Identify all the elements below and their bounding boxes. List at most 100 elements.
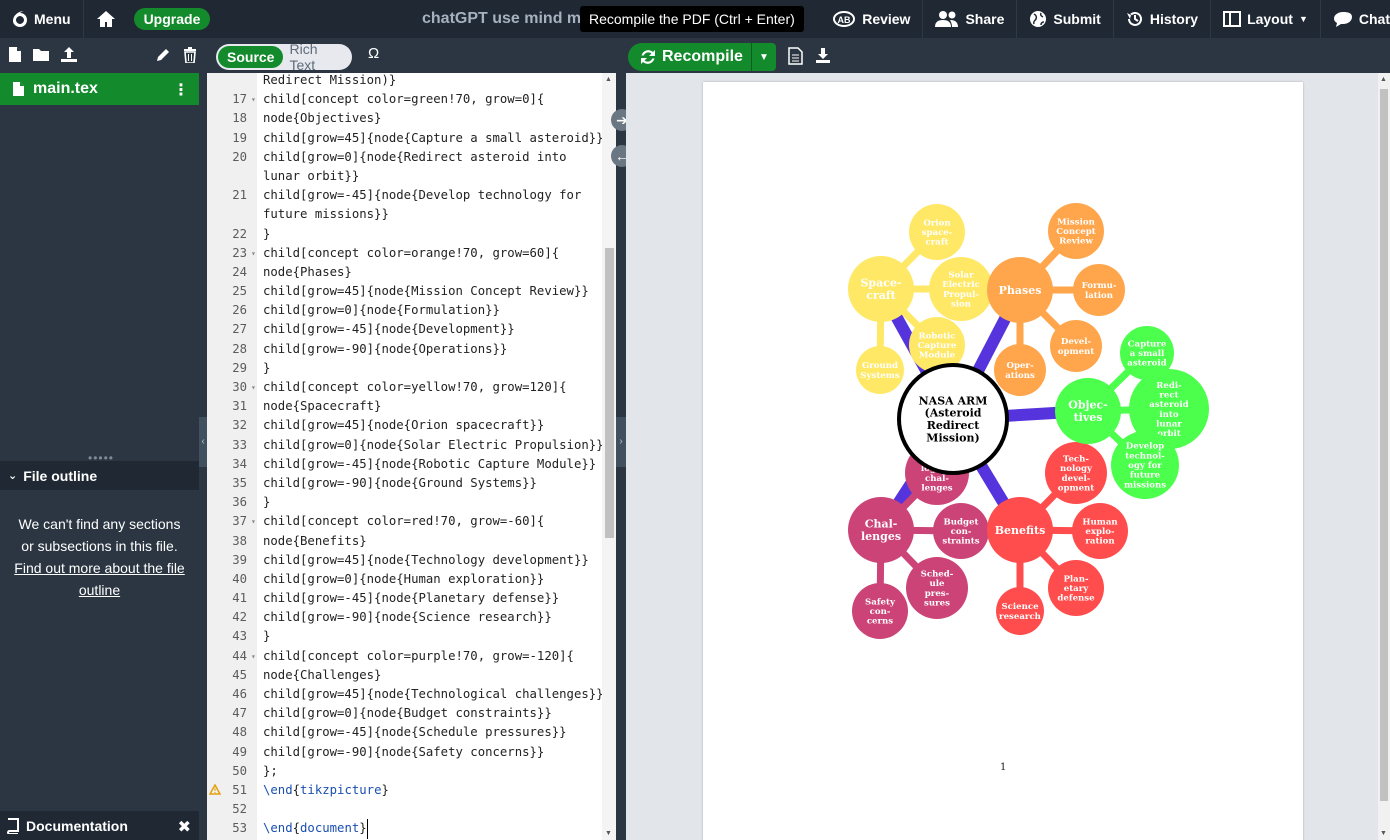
mindmap-child-label: Capture a small asteroid (1127, 339, 1167, 368)
code-line[interactable]: 40 child[grow=0]{node{Human exploration}} (207, 570, 602, 589)
collapse-left-chevron-icon[interactable]: ‹ (199, 417, 207, 467)
line-number: 49 (232, 744, 247, 759)
code-line[interactable]: 41 child[grow=-45]{node{Planetary defense… (207, 589, 602, 608)
collapse-right-chevron-icon[interactable]: › (616, 417, 626, 467)
code-line[interactable]: 18 node{Objectives} (207, 109, 602, 128)
code-line[interactable]: 39 child[grow=45]{node{Technology develop… (207, 551, 602, 570)
symbol-palette-icon[interactable]: Ω (368, 45, 379, 62)
pdf-viewer[interactable]: Capture a small asteroid Redi-rect asteroid i… (626, 73, 1378, 840)
review-button[interactable]: AB Review (820, 0, 922, 38)
upgrade-button[interactable]: Upgrade (133, 8, 211, 30)
fold-chevron-icon[interactable]: ▾ (249, 647, 263, 666)
code-line[interactable]: 32 child[grow=45]{node{Orion spacecraft}} (207, 416, 602, 435)
code-line[interactable]: 38 node{Benefits} (207, 532, 602, 551)
new-folder-icon[interactable] (32, 47, 50, 62)
code-line[interactable]: 52 (207, 800, 602, 819)
file-outline-help-link[interactable]: Find out more about the file outline (12, 557, 187, 601)
code-line[interactable]: 34 child[grow=-45]{node{Robotic Capture M… (207, 455, 602, 474)
line-number: 51 (207, 781, 249, 800)
line-number: 26 (232, 303, 247, 318)
scroll-down-icon[interactable]: ▼ (605, 830, 612, 837)
submit-button[interactable]: Submit (1017, 0, 1112, 38)
download-icon[interactable] (815, 47, 831, 64)
fold-chevron-icon[interactable]: ▾ (249, 244, 263, 263)
code-line[interactable]: 53 \end{document} (207, 819, 602, 839)
fold-chevron-icon[interactable]: ▾ (249, 90, 263, 109)
code-line[interactable]: lunar orbit}} (207, 167, 602, 186)
fold-chevron-icon[interactable]: ▾ (249, 512, 263, 531)
code-line[interactable]: 20 child[grow=0]{node{Redirect asteroid i… (207, 148, 602, 167)
code-line[interactable]: 17 ▾ child[concept color=green!70, grow=0]… (207, 90, 602, 109)
code-line[interactable]: Redirect Mission)} (207, 73, 602, 90)
code-line[interactable]: 47 child[grow=0]{node{Budget constraints}… (207, 704, 602, 723)
code-line[interactable]: 45 node{Challenges} (207, 666, 602, 685)
file-outline-header[interactable]: ⌄ File outline (0, 461, 199, 490)
rich-text-mode-button[interactable]: Rich Text (283, 38, 350, 76)
code-line[interactable]: 24 node{Phases} (207, 263, 602, 282)
code-line[interactable]: 33 child[grow=0]{node{Solar Electric Prop… (207, 436, 602, 455)
editor-scrollbar[interactable]: ▲ ▼ (602, 73, 616, 840)
code-line[interactable]: 48 child[grow=-45]{node{Schedule pressure… (207, 723, 602, 742)
menu-button[interactable]: Menu (0, 0, 83, 38)
code-line[interactable]: 21 child[grow=-45]{node{Develop technolog… (207, 186, 602, 205)
code-line[interactable]: 25 child[grow=45]{node{Mission Concept Re… (207, 282, 602, 301)
code-line[interactable]: 46 child[grow=45]{node{Technological chal… (207, 685, 602, 704)
pdf-scrollbar[interactable]: ▲ ▼ (1378, 73, 1390, 840)
code-content[interactable]: Redirect Mission)} 17 ▾ child[concept color… (207, 73, 602, 839)
code-line[interactable]: 29} (207, 359, 602, 378)
code-line[interactable]: 22} (207, 225, 602, 244)
upload-icon[interactable] (60, 46, 78, 63)
code-line[interactable]: 23 ▾ child[concept color=orange!70, grow=6… (207, 244, 602, 263)
recompile-options-chevron-icon[interactable]: ▼ (752, 52, 776, 63)
file-menu-icon[interactable]: ⋮ (173, 80, 189, 100)
chat-button[interactable]: Chat (1321, 0, 1390, 38)
project-title[interactable]: chatGPT use mind map (422, 10, 600, 28)
fold-chevron-icon[interactable]: ▾ (249, 378, 263, 397)
code-line[interactable]: 31 node{Spacecraft} (207, 397, 602, 416)
code-line[interactable]: 26 child[grow=0]{node{Formulation}} (207, 301, 602, 320)
code-line[interactable]: 42 child[grow=-90]{node{Science research}… (207, 608, 602, 627)
scroll-down-icon[interactable]: ▼ (1380, 830, 1387, 837)
code-line[interactable]: 28 child[grow=-90]{node{Operations}} (207, 340, 602, 359)
pencil-icon[interactable] (156, 47, 171, 62)
right-splitter[interactable]: › (616, 73, 626, 840)
code-line[interactable]: 49 child[grow=-90]{node{Safety concerns}} (207, 743, 602, 762)
code-line[interactable]: 27 child[grow=-45]{node{Development}} (207, 320, 602, 339)
code-line[interactable]: 35 child[grow=-90]{node{Ground Systems}} (207, 474, 602, 493)
code-line[interactable]: 36} (207, 493, 602, 512)
layout-button[interactable]: Layout ▼ (1211, 0, 1320, 38)
code-line[interactable]: 43} (207, 627, 602, 646)
share-button[interactable]: Share (923, 0, 1016, 38)
new-file-icon[interactable] (8, 46, 22, 63)
left-splitter[interactable]: ‹ (199, 73, 207, 840)
trash-icon[interactable] (183, 46, 197, 63)
home-button[interactable] (84, 0, 128, 38)
code-text: } (263, 226, 271, 241)
pdf-scrollbar-thumb[interactable] (1380, 89, 1388, 801)
code-line[interactable]: 19 child[grow=45]{node{Capture a small as… (207, 129, 602, 148)
source-mode-button[interactable]: Source (218, 46, 284, 68)
code-line[interactable]: 37 ▾ child[concept color=red!70, grow=-60]… (207, 512, 602, 531)
editor-scrollbar-thumb[interactable] (605, 248, 614, 538)
close-icon[interactable]: ✖ (178, 817, 191, 837)
code-line[interactable]: 50}; (207, 762, 602, 781)
recompile-button[interactable]: Recompile (628, 43, 752, 71)
code-line[interactable]: future missions}} (207, 205, 602, 224)
mindmap-child-label: Devel-opment (1058, 337, 1095, 357)
file-name: main.tex (33, 80, 98, 97)
documentation-label[interactable]: Documentation (26, 818, 128, 834)
chevron-down-icon: ⌄ (8, 470, 18, 482)
upgrade-wrapper: Upgrade (128, 0, 223, 38)
history-button[interactable]: History (1114, 0, 1210, 38)
code-line[interactable]: 44 ▾ child[concept color=purple!70, grow=-… (207, 647, 602, 666)
scroll-up-icon[interactable]: ▲ (605, 76, 612, 83)
code-editor[interactable]: Redirect Mission)} 17 ▾ child[concept color… (207, 73, 602, 840)
code-line[interactable]: 30 ▾ child[concept color=yellow!70, grow=1… (207, 378, 602, 397)
code-line[interactable]: 51 \end{tikzpicture} (207, 781, 602, 800)
file-tree-item-main-tex[interactable]: main.tex ⋮ (0, 73, 199, 105)
warning-icon[interactable] (209, 783, 221, 795)
scroll-up-icon[interactable]: ▲ (1380, 76, 1387, 83)
log-file-icon[interactable] (788, 47, 803, 65)
